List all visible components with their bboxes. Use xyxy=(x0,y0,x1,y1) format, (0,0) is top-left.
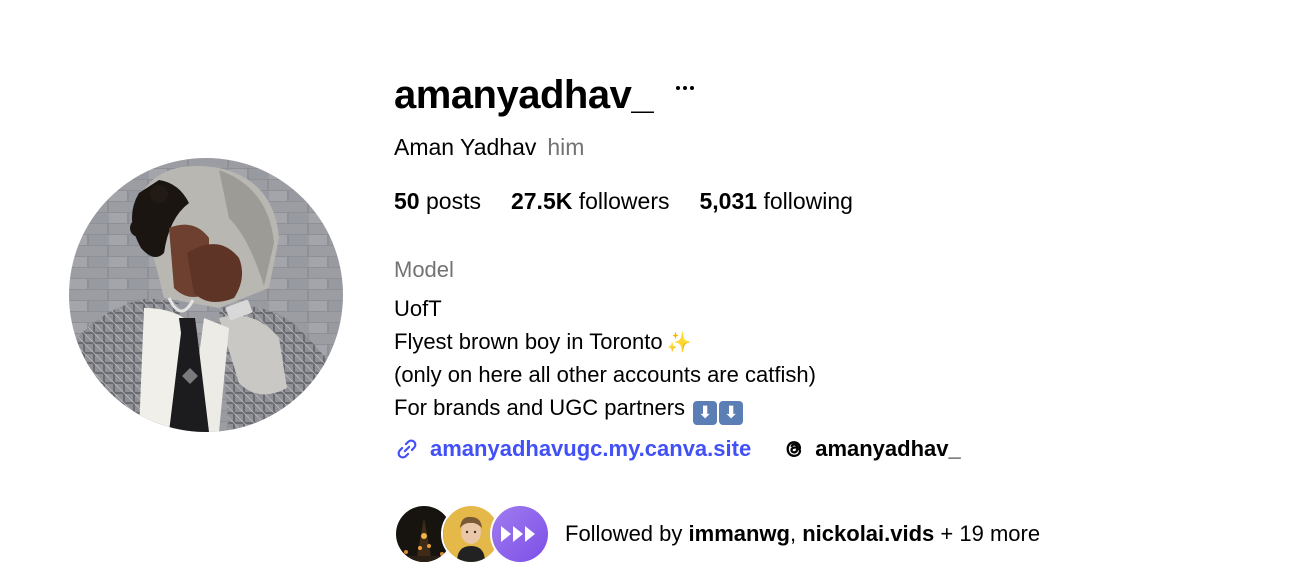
bio: UofT Flyest brown boy in Toronto ✨ (only … xyxy=(394,292,1254,425)
more-options-button[interactable] xyxy=(671,73,699,103)
threads-link[interactable]: amanyadhav_ xyxy=(781,436,961,462)
full-name: Aman Yadhav xyxy=(394,133,537,160)
link-icon xyxy=(397,439,417,459)
sparkle-emoji-icon: ✨ xyxy=(666,332,692,354)
followers-count: 27.5K xyxy=(510,187,573,214)
profile-page: amanyadhav_ Aman Yadhav him 50 posts 27.… xyxy=(0,0,1300,588)
more-dot-icon xyxy=(683,86,688,90)
mutual-follower-avatar xyxy=(490,504,550,564)
posts-label: posts xyxy=(425,187,481,214)
following-label: following xyxy=(763,187,853,214)
links-row: amanyadhavugc.my.canva.site amanyadhav_ xyxy=(394,432,1254,466)
pronouns: him xyxy=(547,133,585,160)
followed-by-row[interactable]: Followed by immanwg, nickolai.vids + 19 … xyxy=(394,504,1254,564)
following-stat[interactable]: 5,031 following xyxy=(700,188,853,215)
mutual-follower-name[interactable]: nickolai.vids xyxy=(802,521,934,546)
bio-line: (only on here all other accounts are cat… xyxy=(394,362,816,387)
bio-line: Flyest brown boy in Toronto ✨ xyxy=(394,325,1254,358)
profile-info: amanyadhav_ Aman Yadhav him 50 posts 27.… xyxy=(394,70,1254,564)
threads-handle: amanyadhav_ xyxy=(815,436,961,461)
more-dot-icon xyxy=(690,86,695,90)
stats-row: 50 posts 27.5K followers 5,031 following xyxy=(394,186,1254,216)
more-followers-count: + 19 more xyxy=(940,521,1041,546)
followers-label: followers xyxy=(578,187,670,214)
mutual-followers-avatars xyxy=(394,504,552,564)
website-link[interactable]: amanyadhavugc.my.canva.site xyxy=(394,436,751,462)
bio-line: For brands and UGC partners ⬇ ⬇ xyxy=(394,391,1254,425)
down-arrow-emoji-icon: ⬇ xyxy=(719,401,744,425)
posts-stat: 50 posts xyxy=(394,188,481,215)
followers-stat[interactable]: 27.5K followers xyxy=(511,188,670,215)
name-row: Aman Yadhav him xyxy=(394,132,1254,162)
bio-line-text: Flyest brown boy in Toronto xyxy=(394,329,663,354)
followed-by-prefix: Followed by xyxy=(565,521,683,546)
mutual-follower-name[interactable]: immanwg xyxy=(689,521,790,546)
mutual-separator: , xyxy=(789,521,797,546)
profile-category: Model xyxy=(394,257,454,282)
bio-line: UofT xyxy=(394,296,442,321)
more-dot-icon xyxy=(676,86,681,90)
fast-forward-logo xyxy=(492,506,548,562)
website-link-text: amanyadhavugc.my.canva.site xyxy=(430,436,752,461)
username-row: amanyadhav_ xyxy=(394,70,1254,120)
profile-photo xyxy=(69,158,343,432)
username[interactable]: amanyadhav_ xyxy=(394,70,654,120)
threads-icon xyxy=(786,441,802,457)
bio-line-text: For brands and UGC partners xyxy=(394,395,686,420)
followed-by-text: Followed by immanwg, nickolai.vids + 19 … xyxy=(565,521,1040,547)
down-arrow-emoji-icon: ⬇ xyxy=(693,401,718,425)
profile-avatar[interactable] xyxy=(69,158,343,432)
posts-count: 50 xyxy=(394,187,420,214)
following-count: 5,031 xyxy=(699,187,758,214)
